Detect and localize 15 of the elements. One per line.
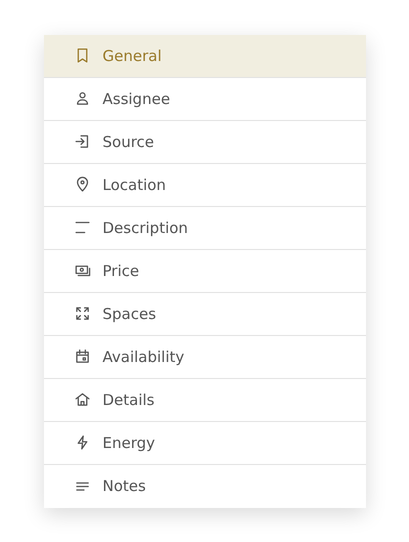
sign-in-icon <box>74 133 90 150</box>
calendar-icon <box>74 348 90 365</box>
menu-item[interactable]: Source <box>44 120 366 164</box>
menu-item[interactable]: Location <box>44 164 366 206</box>
menu-item[interactable]: Details <box>44 378 366 422</box>
menu-item[interactable]: Assignee <box>44 78 366 120</box>
house-icon <box>74 391 90 408</box>
lines-icon <box>74 219 90 236</box>
menu-item[interactable]: Availability <box>44 336 366 378</box>
menu-item[interactable]: Spaces <box>44 292 366 336</box>
menu-item[interactable]: Energy <box>44 422 366 464</box>
expand-icon <box>74 305 90 322</box>
menu-item[interactable]: Notes <box>44 464 366 508</box>
menu-item[interactable]: Description <box>44 206 366 250</box>
menu-item[interactable]: Price <box>44 250 366 292</box>
